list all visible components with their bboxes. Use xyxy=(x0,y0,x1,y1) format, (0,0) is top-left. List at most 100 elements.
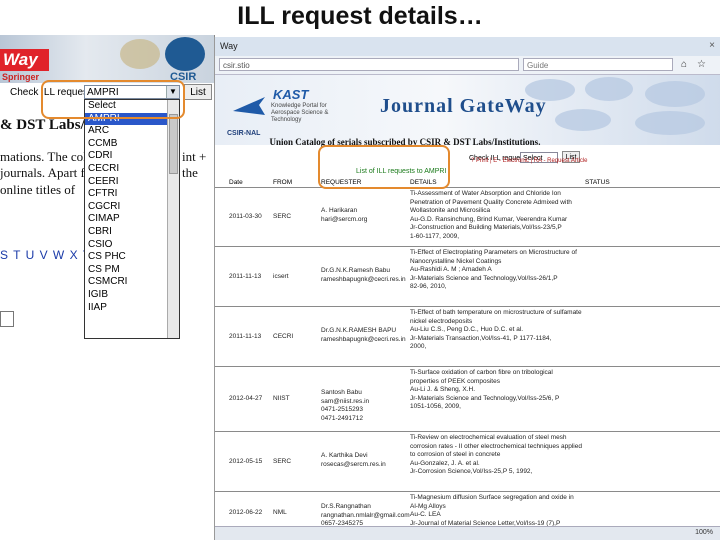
details-line: Ti-Surface oxidation of carbon fibre on … xyxy=(410,369,553,376)
cell-requester: Dr.S.Rangnathan rangnathan.nmlalr@gmail.c… xyxy=(321,503,410,529)
cell-from: SERC xyxy=(273,458,292,465)
cell-details: Ti-Assessment of Water Absorption and Ch… xyxy=(410,190,610,241)
dropdown-option[interactable]: CSMCRI xyxy=(85,276,179,289)
dropdown-option[interactable]: IIAP xyxy=(85,302,179,315)
details-line: 1051-1056, 2009, xyxy=(410,403,461,410)
close-icon[interactable]: × xyxy=(709,40,715,51)
browser-tab[interactable]: Way xyxy=(220,41,238,51)
details-line: Au-C. LEA xyxy=(410,511,441,518)
details-line: Jr-Materials Science and Technology,Vol/… xyxy=(410,274,558,282)
cell-details: Ti-Effect of Electroplating Parameters o… xyxy=(410,249,610,292)
cell-requester: A. Harikaran hari@sercm.org xyxy=(321,207,407,224)
highlight-list-title-box xyxy=(318,145,450,189)
kast-subtitle: Knowledge Portal for Aerospace Science &… xyxy=(271,103,329,123)
cell-details: Ti-Effect of bath temperature on microst… xyxy=(410,309,610,352)
dropdown-option[interactable]: CS PM xyxy=(85,264,179,277)
left-banner: Way Springer CSIR xyxy=(0,35,214,83)
dropdown-option[interactable]: CS PHC xyxy=(85,251,179,264)
dropdown-option[interactable]: CEERI xyxy=(85,176,179,189)
cell-date: 2012-04-27 xyxy=(229,395,263,402)
cell-details: Ti-Review on electrochemical evaluation … xyxy=(410,434,610,477)
details-line: Ti-Magnesium diffusion Surface segregati… xyxy=(410,494,574,501)
search-input[interactable]: Guide xyxy=(523,58,673,71)
gateway-logo: Way xyxy=(0,49,49,71)
highlight-select-box xyxy=(41,80,185,119)
details-line: Ti-Assessment of Water Absorption and Ch… xyxy=(410,190,561,197)
url-input[interactable]: csir.stio xyxy=(219,58,519,71)
cell-date: 2012-06-22 xyxy=(229,509,263,516)
dropdown-scrollbar[interactable] xyxy=(167,100,179,338)
details-line: to corrosion of steel in concrete xyxy=(410,451,501,458)
airplane-icon xyxy=(233,97,265,115)
publisher-logos xyxy=(515,75,720,145)
requester-line[interactable]: rosecas@sercm.res.in xyxy=(321,461,407,470)
details-line: Wollastonite and Microsilica xyxy=(410,207,491,214)
cell-details: Ti-Surface oxidation of carbon fibre on … xyxy=(410,369,610,412)
emblem-icon xyxy=(120,39,160,69)
scrollbar-thumb[interactable] xyxy=(169,114,178,174)
requester-line[interactable]: hari@sercm.org xyxy=(321,216,407,225)
zoom-level[interactable]: 100% xyxy=(695,529,713,536)
dropdown-option[interactable]: CGCRI xyxy=(85,201,179,214)
requester-line[interactable]: rameshbapugnk@cecri.res.in xyxy=(321,336,407,345)
background-text: online titles of xyxy=(0,182,76,197)
cell-requester: Dr.G.N.K.Ramesh Babu rameshbapugnk@cecri.… xyxy=(321,267,407,284)
table-row: 2012-05-15 SERC A. Karthika Devi rosecas@se… xyxy=(215,432,720,492)
requester-line[interactable]: sam@niist.res.in xyxy=(321,398,407,407)
csir-logo-icon xyxy=(165,37,205,71)
dropdown-option[interactable]: CECRI xyxy=(85,163,179,176)
dropdown-option[interactable]: IGIB xyxy=(85,289,179,302)
details-line: Jr-Materials Science and Technology,Vol/… xyxy=(410,394,560,402)
cell-requester: Santosh Babu sam@niist.res.in 0471-2515293… xyxy=(321,389,407,423)
dropdown-option[interactable]: CIMAP xyxy=(85,213,179,226)
cell-from: NML xyxy=(273,509,287,516)
browser-window: Way × csir.stio Guide ⌂ ☆ KAST Knowledge… xyxy=(214,37,720,540)
details-line: Au-Li J. & Sheng, X.H. xyxy=(410,386,476,393)
details-line: 82-96, 2010, xyxy=(410,283,447,290)
cell-date: 2011-11-13 xyxy=(229,273,262,280)
lab-dropdown-list[interactable]: Select AMPRI ARC CCMB CDRI CECRI CEERI CFTRI CGC… xyxy=(84,99,180,339)
slide-title: ILL request details… xyxy=(237,2,483,30)
col-header-from: FROM xyxy=(273,179,293,186)
cell-from: CECRI xyxy=(273,333,294,340)
details-line: Au-Gonzalez, J. A. et al. xyxy=(410,459,480,467)
table-row: 2012-04-27 NIIST Santosh Babu sam@niist.res… xyxy=(215,367,720,432)
details-line: properties of PEEK composites xyxy=(410,377,500,385)
requester-line[interactable]: rameshbapugnk@cecri.res.in xyxy=(321,276,407,285)
small-input[interactable] xyxy=(0,311,14,327)
details-line: Ti-Effect of Electroplating Parameters o… xyxy=(410,249,577,256)
springer-logo: Springer xyxy=(2,72,40,82)
home-icon[interactable]: ⌂ xyxy=(681,59,687,70)
dropdown-option[interactable]: CBRI xyxy=(85,226,179,239)
details-line: Jr-Construction and Building Materials,V… xyxy=(410,224,562,231)
table-row: 2011-03-30 SERC A. Harikaran hari@sercm.org… xyxy=(215,188,720,247)
list-button[interactable]: List xyxy=(184,84,212,100)
background-text: the xyxy=(182,165,198,180)
requester-line: A. Harikaran xyxy=(321,207,358,214)
requester-line: Dr.G.N.K.RAMESH BAPU xyxy=(321,327,397,334)
table-row: 2011-11-13 CECRI Dr.G.N.K.RAMESH BAPU rames… xyxy=(215,307,720,367)
address-bar: csir.stio Guide ⌂ ☆ xyxy=(215,56,720,75)
details-line: Ti-Effect of bath temperature on microst… xyxy=(410,309,582,316)
background-heading: & DST Labs/ xyxy=(0,117,85,133)
star-icon[interactable]: ☆ xyxy=(697,59,706,70)
status-bar: 100% xyxy=(215,526,720,540)
requester-line: Dr.G.N.K.Ramesh Babu xyxy=(321,267,390,274)
kast-logo: KAST xyxy=(273,87,309,102)
requester-line: 0471-2515293 xyxy=(321,406,363,413)
dropdown-option[interactable]: CFTRI xyxy=(85,188,179,201)
details-line: Au-Liu C.S., Peng D.C., Huo D.C. et al. xyxy=(410,326,524,333)
cell-date: 2011-11-13 xyxy=(229,333,262,340)
cell-from: icsert xyxy=(273,273,289,280)
col-header-date: Date xyxy=(229,179,243,186)
dropdown-option[interactable]: CCMB xyxy=(85,138,179,151)
col-header-status: STATUS xyxy=(585,179,610,186)
dropdown-option[interactable]: ARC xyxy=(85,125,179,138)
cell-from: SERC xyxy=(273,213,292,220)
details-line: nickel electrodeposits xyxy=(410,317,473,325)
dropdown-option[interactable]: CSIO xyxy=(85,239,179,252)
details-line: Ti-Review on electrochemical evaluation … xyxy=(410,434,567,441)
requester-line[interactable]: rangnathan.nmlalr@gmail.com xyxy=(321,512,410,521)
cell-requester: Dr.G.N.K.RAMESH BAPU rameshbapugnk@cecri.… xyxy=(321,327,407,344)
dropdown-option[interactable]: CDRI xyxy=(85,150,179,163)
